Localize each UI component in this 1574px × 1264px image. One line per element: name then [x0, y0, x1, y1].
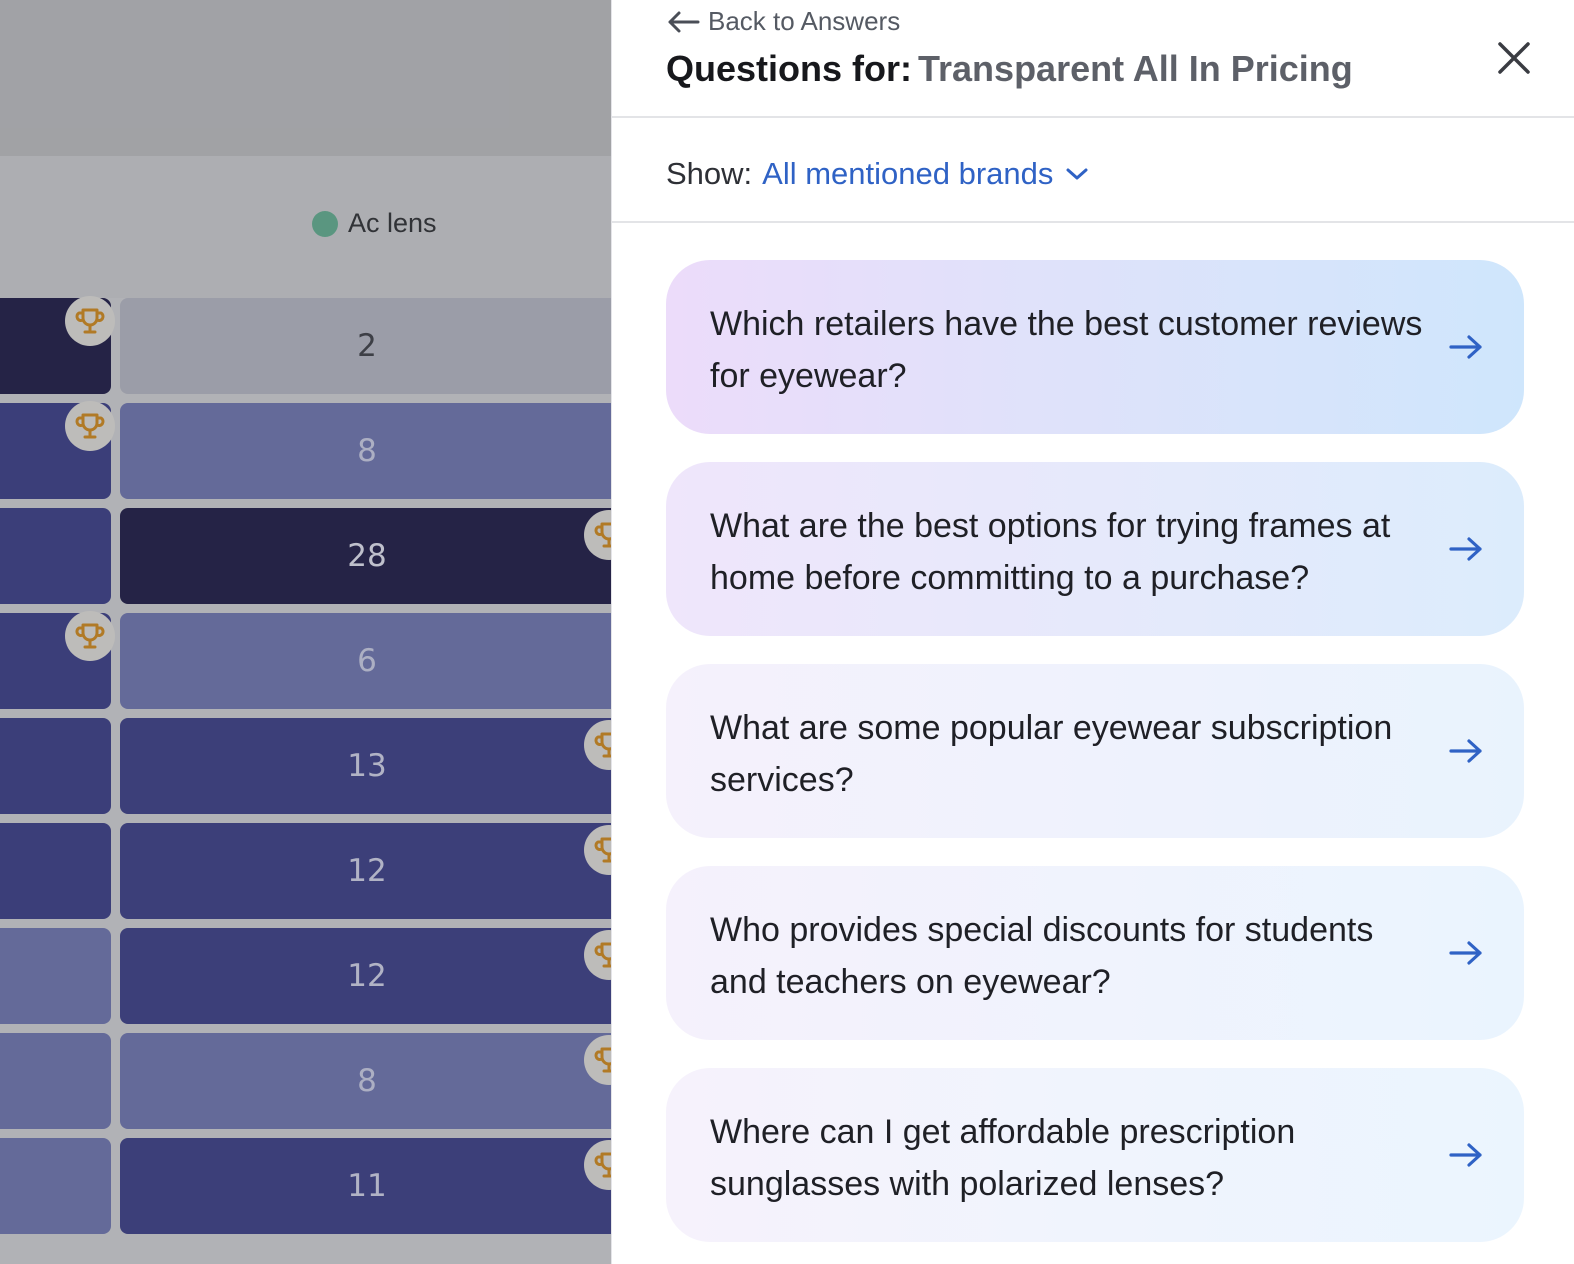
table-row[interactable]: 28 — [0, 508, 614, 604]
mention-count-cell[interactable]: 6 — [120, 613, 614, 709]
table-cell[interactable] — [0, 823, 111, 919]
question-card[interactable]: Which retailers have the best customer r… — [666, 260, 1524, 434]
question-text: What are the best options for trying fra… — [710, 507, 1391, 597]
table-cell[interactable] — [0, 1033, 111, 1129]
column-header — [0, 156, 614, 298]
trophy-icon — [65, 401, 115, 451]
brand-color-dot — [312, 210, 338, 237]
arrow-right-icon — [1449, 739, 1482, 763]
mention-count-cell[interactable]: 13 — [120, 718, 614, 814]
arrow-right-icon — [1449, 1143, 1482, 1167]
table-row[interactable]: 6 — [0, 611, 614, 709]
chevron-down-icon — [1066, 168, 1088, 180]
mention-count-cell[interactable]: 12 — [120, 928, 614, 1024]
brand-name: Ac lens — [348, 208, 437, 238]
table-cell[interactable] — [0, 718, 111, 814]
mention-count-cell[interactable]: 12 — [120, 823, 614, 919]
trophy-icon — [65, 611, 115, 661]
mention-count-cell[interactable]: 11 — [120, 1138, 614, 1234]
question-card[interactable]: Who provides special discounts for stude… — [666, 866, 1524, 1040]
mention-count-cell[interactable]: 28 — [120, 508, 614, 604]
question-text: Where can I get affordable prescription … — [710, 1113, 1296, 1203]
trophy-icon — [65, 296, 115, 346]
back-to-answers-link[interactable]: Back to Answers — [666, 6, 900, 37]
background-header — [0, 0, 614, 156]
panel-title: Questions for: Transparent All In Pricing — [666, 48, 1353, 90]
mention-count-cell[interactable]: 8 — [120, 403, 614, 499]
arrow-right-icon — [1449, 941, 1482, 965]
table-cell[interactable] — [0, 1138, 111, 1234]
brand-column-label: Ac lens — [312, 208, 437, 239]
title-prefix: Questions for: — [666, 48, 913, 89]
table-cell[interactable] — [0, 928, 111, 1024]
close-button[interactable] — [1492, 36, 1536, 80]
question-text: Which retailers have the best customer r… — [710, 305, 1423, 395]
table-row[interactable]: 8 — [0, 401, 614, 499]
question-text: Who provides special discounts for stude… — [710, 911, 1374, 1001]
back-label: Back to Answers — [708, 6, 901, 36]
show-filter: Show: All mentioned brands — [666, 156, 1089, 192]
question-card[interactable]: What are the best options for trying fra… — [666, 462, 1524, 636]
brand-filter-dropdown[interactable]: All mentioned brands — [762, 156, 1089, 192]
mention-count-cell[interactable]: 8 — [120, 1033, 614, 1129]
table-row[interactable]: 12 — [0, 928, 614, 1024]
table-row[interactable]: 8 — [0, 1033, 614, 1129]
close-icon — [1498, 42, 1530, 74]
header-divider — [612, 116, 1574, 118]
table-cell[interactable] — [0, 508, 111, 604]
question-card[interactable]: Where can I get affordable prescription … — [666, 1068, 1524, 1242]
filter-divider — [612, 221, 1574, 223]
arrow-right-icon — [1449, 537, 1482, 561]
question-text: What are some popular eyewear subscripti… — [710, 709, 1393, 799]
mention-count-cell[interactable]: 2 — [120, 298, 614, 394]
background-table: Ac lens 2 8 28 6 13 12 12 8 11 — [0, 0, 614, 1264]
table-row[interactable]: 12 — [0, 823, 614, 919]
arrow-right-icon — [1449, 335, 1482, 359]
arrow-left-icon — [668, 11, 700, 32]
brand-filter-value: All mentioned brands — [762, 156, 1054, 191]
table-row[interactable]: 2 — [0, 296, 614, 394]
question-card[interactable]: What are some popular eyewear subscripti… — [666, 664, 1524, 838]
title-value: Transparent All In Pricing — [918, 48, 1353, 89]
table-row[interactable]: 11 — [0, 1138, 614, 1234]
show-label: Show: — [666, 156, 753, 191]
table-row[interactable]: 13 — [0, 718, 614, 814]
questions-panel: Back to Answers Questions for: Transparen… — [611, 0, 1574, 1264]
